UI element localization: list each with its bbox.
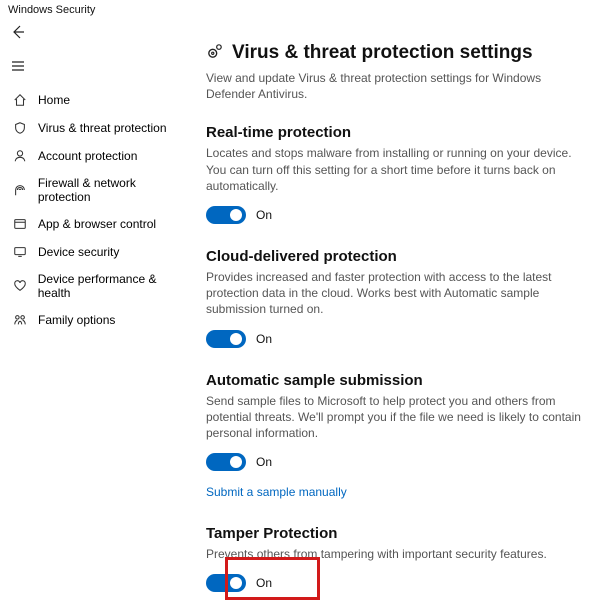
shield-icon [12,120,28,136]
sidebar-item-label: Family options [38,313,115,327]
toggle-state: On [256,455,272,469]
sidebar-item-label: Account protection [38,149,137,163]
sidebar-item-label: Firewall & network protection [38,176,190,204]
submit-sample-link[interactable]: Submit a sample manually [206,485,347,499]
family-icon [12,312,28,328]
sidebar-item-family[interactable]: Family options [0,306,198,334]
sidebar-item-label: Virus & threat protection [38,121,167,135]
sidebar-item-account[interactable]: Account protection [0,142,198,170]
section-sample: Automatic sample submission Send sample … [206,372,582,502]
sidebar-item-label: Home [38,93,70,107]
section-realtime: Real-time protection Locates and stops m… [206,124,582,224]
main-content: Virus & threat protection settings View … [198,20,600,606]
app-browser-icon [12,216,28,232]
toggle-state: On [256,576,272,590]
back-arrow-icon [10,24,26,40]
sample-toggle[interactable] [206,453,246,471]
menu-button[interactable] [6,54,30,78]
sidebar-item-label: Device performance & health [38,272,190,300]
section-title: Automatic sample submission [206,372,582,389]
heart-icon [12,278,28,294]
hamburger-icon [10,58,26,74]
window-title: Windows Security [0,0,600,20]
cloud-toggle[interactable] [206,330,246,348]
section-desc: Locates and stops malware from installin… [206,145,582,194]
realtime-toggle[interactable] [206,206,246,224]
section-desc: Prevents others from tampering with impo… [206,546,582,562]
home-icon [12,92,28,108]
sidebar-item-home[interactable]: Home [0,86,198,114]
firewall-icon [12,182,28,198]
sidebar-item-virus[interactable]: Virus & threat protection [0,114,198,142]
sidebar: Home Virus & threat protection Account p… [0,20,198,606]
sidebar-item-label: Device security [38,245,119,259]
section-title: Real-time protection [206,124,582,141]
page-subtitle: View and update Virus & threat protectio… [206,70,582,102]
section-title: Cloud-delivered protection [206,248,582,265]
section-cloud: Cloud-delivered protection Provides incr… [206,248,582,348]
nav-list: Home Virus & threat protection Account p… [0,86,198,334]
toggle-state: On [256,332,272,346]
tamper-toggle[interactable] [206,574,246,592]
sidebar-item-device-security[interactable]: Device security [0,238,198,266]
section-desc: Provides increased and faster protection… [206,269,582,318]
gear-icon [206,42,224,60]
sidebar-item-label: App & browser control [38,217,156,231]
back-button[interactable] [6,20,30,44]
device-security-icon [12,244,28,260]
account-icon [12,148,28,164]
section-desc: Send sample files to Microsoft to help p… [206,393,582,442]
toggle-state: On [256,208,272,222]
page-title: Virus & threat protection settings [232,42,533,64]
sidebar-item-app-browser[interactable]: App & browser control [0,210,198,238]
section-title: Tamper Protection [206,525,582,542]
section-tamper: Tamper Protection Prevents others from t… [206,525,582,592]
sidebar-item-performance[interactable]: Device performance & health [0,266,198,306]
sidebar-item-firewall[interactable]: Firewall & network protection [0,170,198,210]
